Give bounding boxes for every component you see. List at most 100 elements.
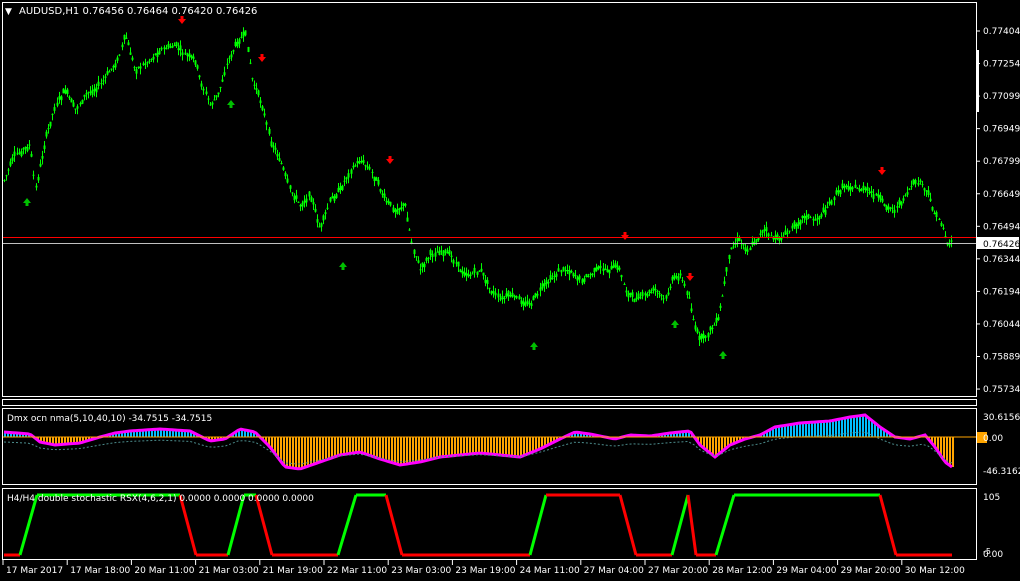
candle-body <box>906 192 909 195</box>
candle-body <box>912 179 915 185</box>
candle-body <box>839 190 842 195</box>
candle-body <box>679 273 682 276</box>
candle-body <box>371 171 374 173</box>
candle-body <box>286 178 289 183</box>
candle-body <box>68 96 71 99</box>
candle-body <box>56 102 59 106</box>
candle-body <box>249 62 252 64</box>
histogram-bar <box>376 437 378 458</box>
candle-body <box>116 57 119 61</box>
candle-body <box>583 278 586 282</box>
price-label: 0.77254 <box>983 60 1020 70</box>
candle-body <box>637 293 640 299</box>
histogram-bar <box>487 437 489 454</box>
histogram-bar <box>517 437 519 457</box>
candle-body <box>396 209 399 214</box>
down-arrow-icon <box>621 232 629 240</box>
candle-body <box>723 281 726 284</box>
price-label: 0.76194 <box>983 287 1020 297</box>
candle-body <box>24 146 27 149</box>
candle-body <box>893 209 896 213</box>
candle-body <box>423 264 426 268</box>
histogram-bar <box>472 437 474 454</box>
candle-body <box>291 192 294 194</box>
candle-body <box>809 217 812 219</box>
histogram-bar <box>475 437 477 454</box>
candle-body <box>16 153 19 155</box>
candle-body <box>364 165 367 167</box>
indicator1-panel[interactable] <box>2 399 977 406</box>
candle-body <box>142 63 145 65</box>
candle-body <box>709 326 712 331</box>
time-label: 29 Mar 04:00 <box>776 566 836 576</box>
histogram-bar <box>292 437 294 468</box>
candle-body <box>184 52 187 55</box>
candle-body <box>413 249 416 255</box>
time-label: 23 Mar 03:00 <box>391 566 451 576</box>
candle-body <box>324 212 327 215</box>
stochastic-segment <box>254 494 274 556</box>
candle-body <box>278 158 281 162</box>
histogram-bar <box>418 437 420 463</box>
candle-body <box>18 152 21 154</box>
histogram-bar <box>361 437 363 453</box>
candle-body <box>551 277 554 279</box>
histogram-bar <box>310 437 312 466</box>
histogram-bar <box>385 437 387 461</box>
candle-body <box>146 62 149 64</box>
scroll-indicator[interactable] <box>976 50 979 112</box>
candle-body <box>207 98 210 100</box>
candle-body <box>587 276 590 278</box>
candle-body <box>343 180 346 182</box>
candle-body <box>860 189 863 192</box>
time-axis[interactable]: 17 Mar 2017 17 Mar 18:00 20 Mar 11:00 21 Ma… <box>2 560 965 576</box>
candle-body <box>644 292 647 296</box>
candle-body <box>198 75 201 78</box>
candle-body <box>776 234 779 240</box>
candle-body <box>572 273 575 277</box>
candle-body <box>574 275 577 277</box>
candle-body <box>236 41 239 47</box>
candle-body <box>276 154 279 157</box>
candle-body <box>566 270 569 271</box>
candle-body <box>58 96 61 100</box>
candle-body <box>650 292 653 294</box>
candle-body <box>814 219 817 221</box>
candle-body <box>669 286 672 289</box>
candle-body <box>316 219 319 223</box>
candle-body <box>421 262 424 268</box>
candle-body <box>108 71 111 73</box>
price-label: 0.76044 <box>983 320 1020 330</box>
histogram-bar <box>829 421 831 437</box>
candle-body <box>870 190 873 194</box>
candle-body <box>641 291 644 297</box>
candle-body <box>175 42 178 47</box>
candle-body <box>499 298 502 300</box>
candle-body <box>47 128 50 130</box>
candle-body <box>230 54 233 58</box>
indicator2-title: H4/H4 double stochastic RSX(4,6,2,1) 0.0… <box>7 494 314 504</box>
candle-body <box>526 300 529 304</box>
candle-body <box>244 30 247 36</box>
histogram-bar <box>946 437 948 463</box>
candle-body <box>303 200 306 204</box>
candle-body <box>137 66 140 68</box>
candle-body <box>93 88 96 91</box>
candle-body <box>478 270 481 272</box>
candle-body <box>91 90 94 95</box>
candle-body <box>725 267 728 272</box>
candle-body <box>127 42 130 46</box>
histogram-bar <box>802 422 804 437</box>
candle-body <box>492 290 495 294</box>
price-axis[interactable]: 0.77404 0.77254 0.77099 0.76949 0.76799 0.766… <box>976 27 1020 395</box>
candle-body <box>308 191 311 197</box>
histogram-bar <box>793 424 795 437</box>
histogram-bar <box>373 437 375 457</box>
trading-chart[interactable]: ▼ AUDUSD,H1 0.76456 0.76464 0.76420 0.76… <box>0 0 1020 581</box>
candle-body <box>247 47 250 52</box>
histogram-bar <box>712 437 714 455</box>
candle-body <box>849 186 852 191</box>
candle-body <box>114 63 117 68</box>
histogram-bar <box>790 424 792 437</box>
chart-menu-icon[interactable]: ▼ <box>5 7 12 17</box>
